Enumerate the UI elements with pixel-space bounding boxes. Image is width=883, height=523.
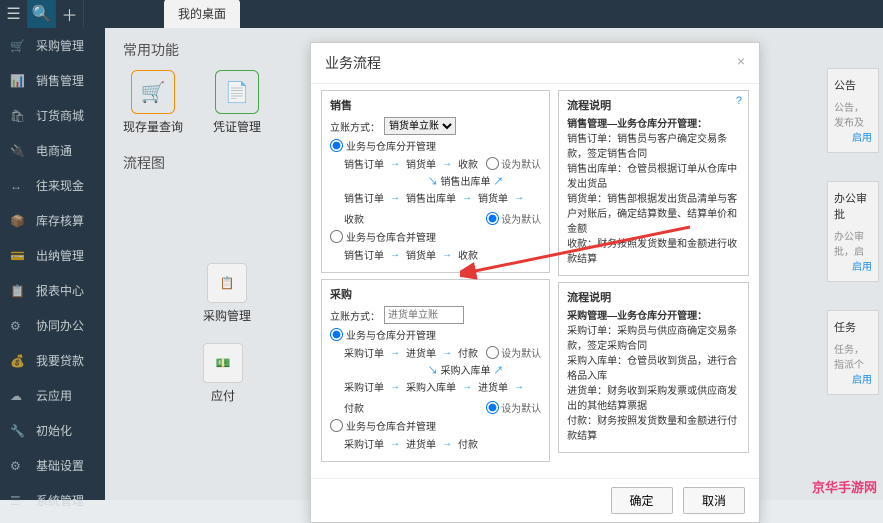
group-sales: 销售 立账方式： 销货单立账 业务与仓库分开管理 销售订单 → 销货单 → 收款 设…	[321, 90, 550, 273]
desc-title: 流程说明	[567, 289, 740, 305]
step-label: 进货单	[406, 436, 436, 451]
arrow-down-icon: ↘	[428, 177, 438, 188]
purchase-opt-separate-radio[interactable]	[330, 328, 343, 341]
step-label: 采购订单	[344, 345, 384, 360]
arrow-icon: →	[442, 347, 452, 358]
group-title-sales: 销售	[330, 97, 541, 113]
purchase-default-radio-2[interactable]	[486, 401, 499, 414]
step-label: 销货单	[406, 247, 436, 262]
step-label: 销售出库单	[441, 177, 491, 188]
step-label: 付款	[458, 436, 478, 451]
arrow-icon: →	[390, 192, 400, 203]
step-label: 付款	[458, 345, 478, 360]
dialog-left-col: 销售 立账方式： 销货单立账 业务与仓库分开管理 销售订单 → 销货单 → 收款 设…	[321, 90, 550, 468]
group-desc-purchase: 流程说明 采购管理—业务仓库分开管理： 采购订单：采购员与供应商确定交易条款，签…	[558, 282, 749, 453]
arrow-icon: →	[390, 438, 400, 449]
desc-text: 采购管理—业务仓库分开管理： 采购订单：采购员与供应商确定交易条款，签定采购合同…	[567, 309, 740, 444]
sales-default-radio-2[interactable]	[486, 212, 499, 225]
method-label: 立账方式：	[330, 308, 380, 323]
desc-line: 销货单：销售部根据发出货品清单与客户对账后，确定结算数量、结算单价和金额	[567, 194, 737, 235]
desc-title: 流程说明	[567, 97, 740, 113]
method-label: 立账方式：	[330, 119, 380, 134]
arrow-icon: →	[442, 438, 452, 449]
arrow-icon: →	[390, 249, 400, 260]
desc-line: 采购入库单：仓管员收到货品，进行合格品入库	[567, 356, 737, 382]
arrow-icon: →	[462, 381, 472, 392]
arrow-icon: →	[390, 347, 400, 358]
set-default-label: 设为默认	[501, 400, 541, 415]
step-label: 销货单	[478, 190, 508, 205]
step-label: 采购订单	[344, 379, 384, 394]
arrow-icon: →	[390, 158, 400, 169]
group-desc-sales: ? 流程说明 销售管理—业务仓库分开管理： 销售订单：销售员与客户确定交易条款，…	[558, 90, 749, 276]
group-title-purchase: 采购	[330, 286, 541, 302]
set-default-label: 设为默认	[501, 156, 541, 171]
dialog-footer: 确定 取消	[311, 478, 759, 522]
set-default-label: 设为默认	[501, 345, 541, 360]
desc-line: 付款：财务按照发货数量和金额进行付款结算	[567, 416, 737, 442]
arrow-icon: →	[514, 192, 524, 203]
desc-line: 收款：财务按照发货数量和金额进行收款结算	[567, 239, 737, 265]
cancel-button[interactable]: 取消	[683, 487, 745, 514]
step-label: 采购订单	[344, 436, 384, 451]
radio-label: 业务与仓库分开管理	[346, 327, 436, 342]
step-label: 销售订单	[344, 247, 384, 262]
step-label: 付款	[344, 400, 364, 415]
purchase-opt-merge-radio[interactable]	[330, 419, 343, 432]
watermark: 京华手游网	[812, 477, 877, 496]
purchase-default-radio-1[interactable]	[486, 346, 499, 359]
arrow-up-icon: ↗	[493, 177, 503, 188]
step-label: 采购入库单	[441, 366, 491, 377]
arrow-up-icon: ↗	[493, 366, 503, 377]
arrow-icon: →	[390, 381, 400, 392]
radio-label: 业务与仓库分开管理	[346, 138, 436, 153]
sales-method-select[interactable]: 销货单立账	[384, 117, 456, 135]
dialog-header: 业务流程 ×	[311, 43, 759, 84]
step-label: 进货单	[478, 379, 508, 394]
desc-line: 采购订单：采购员与供应商确定交易条款，签定采购合同	[567, 326, 737, 352]
group-purchase: 采购 立账方式： 业务与仓库分开管理 采购订单→ 进货单→ 付款 设为默认 ↘ …	[321, 279, 550, 462]
ok-button[interactable]: 确定	[611, 487, 673, 514]
purchase-method-input[interactable]	[384, 306, 464, 324]
step-label: 进货单	[406, 345, 436, 360]
radio-label: 业务与仓库合并管理	[346, 418, 436, 433]
set-default-label: 设为默认	[501, 211, 541, 226]
step-label: 收款	[458, 247, 478, 262]
step-label: 销售出库单	[406, 190, 456, 205]
dialog-body: 销售 立账方式： 销货单立账 业务与仓库分开管理 销售订单 → 销货单 → 收款 设…	[311, 84, 759, 478]
step-label: 收款	[344, 211, 364, 226]
sales-opt-merge-radio[interactable]	[330, 230, 343, 243]
sales-default-radio-1[interactable]	[486, 157, 499, 170]
arrow-icon: →	[442, 158, 452, 169]
step-label: 收款	[458, 156, 478, 171]
step-label: 销货单	[406, 156, 436, 171]
dialog-right-col: ? 流程说明 销售管理—业务仓库分开管理： 销售订单：销售员与客户确定交易条款，…	[558, 90, 749, 468]
dialog-business-flow: 业务流程 × 销售 立账方式： 销货单立账 业务与仓库分开管理 销售订单 → 销货…	[310, 42, 760, 523]
sales-opt-separate-radio[interactable]	[330, 139, 343, 152]
arrow-down-icon: ↘	[428, 366, 438, 377]
desc-text: 销售管理—业务仓库分开管理： 销售订单：销售员与客户确定交易条款，签定销售合同 …	[567, 117, 740, 267]
desc-line: 销售出库单：仓管员根据订单从仓库中发出货品	[567, 164, 737, 190]
arrow-icon: →	[514, 381, 524, 392]
step-label: 销售订单	[344, 156, 384, 171]
desc-line: 进货单：财务收到采购发票或供应商发出的其他结算票据	[567, 386, 737, 412]
desc-heading: 销售管理—业务仓库分开管理：	[567, 119, 707, 130]
radio-label: 业务与仓库合并管理	[346, 229, 436, 244]
close-icon[interactable]: ×	[737, 53, 745, 73]
dialog-title: 业务流程	[325, 53, 381, 73]
step-label: 采购入库单	[406, 379, 456, 394]
desc-line: 销售订单：销售员与客户确定交易条款，签定销售合同	[567, 134, 727, 160]
arrow-icon: →	[442, 249, 452, 260]
step-label: 销售订单	[344, 190, 384, 205]
arrow-icon: →	[462, 192, 472, 203]
help-icon[interactable]: ?	[736, 95, 742, 107]
desc-heading: 采购管理—业务仓库分开管理：	[567, 311, 707, 322]
